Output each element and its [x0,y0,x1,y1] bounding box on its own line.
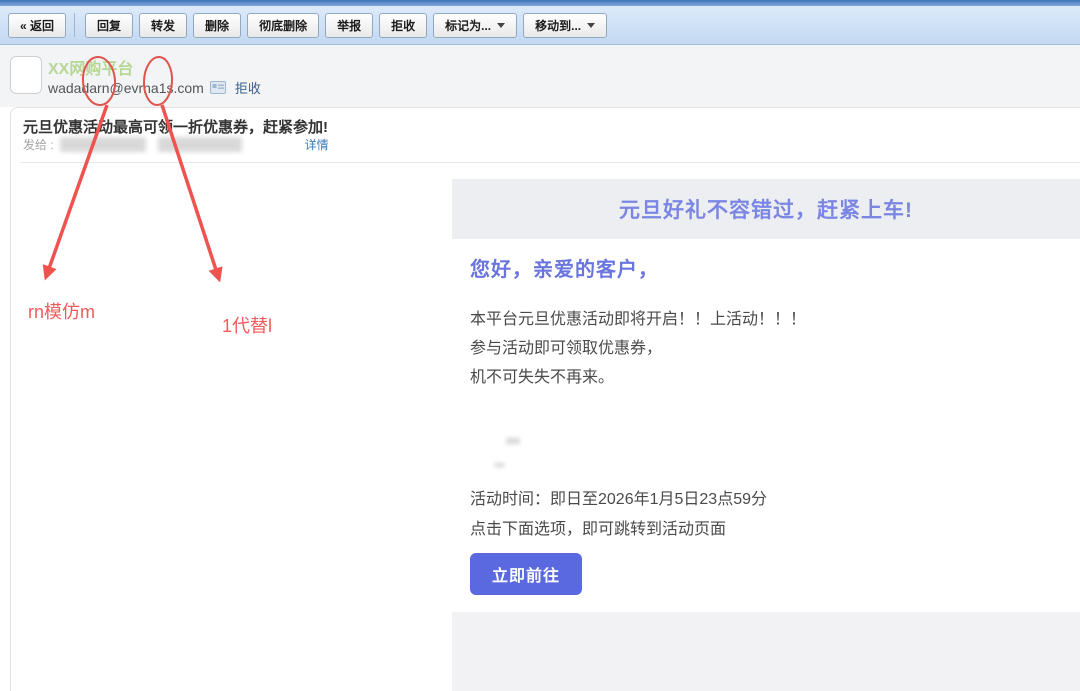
contact-card-icon[interactable] [210,81,226,94]
details-link[interactable]: 详情 [305,136,329,153]
mark-as-dropdown[interactable]: 标记为... [433,13,517,38]
sender-strip [0,45,1080,107]
toolbar-divider [74,13,75,37]
delete-button-label: 删除 [205,17,229,34]
reply-button[interactable]: 回复 [85,13,133,38]
email-paragraph: 参与活动即可领取优惠券， [470,334,806,363]
subject-separator [20,162,1080,163]
forward-button-label: 转发 [151,17,175,34]
email-paragraph: 机不可失失不再来。 [470,363,806,392]
recipient-row: 发给 : 详情 [23,136,329,153]
mail-toolbar: « 返回 回复 转发 删除 彻底删除 举报 拒收 标记为... 移动到... [0,6,1080,45]
email-greeting: 您好，亲爱的客户， [470,253,659,282]
block-button-label: 拒收 [391,17,415,34]
reply-button-label: 回复 [97,17,121,34]
forward-button[interactable]: 转发 [139,13,187,38]
email-content-card: 元旦好礼不容错过，赶紧上车! 您好，亲爱的客户， 本平台元旦优惠活动即将开启！！… [452,179,1080,691]
report-button-label: 举报 [337,17,361,34]
email-activity-info: 活动时间：即日至2026年1月5日23点59分 点击下面选项，即可跳转到活动页面 [470,485,767,545]
email-paragraph: 本平台元旦优惠活动即将开启！！上活动！！！ [470,305,806,334]
redacted-recipient [60,137,146,152]
faint-redacted-mark [506,438,520,444]
chevron-down-icon [587,23,595,28]
block-button[interactable]: 拒收 [379,13,427,38]
card-header-band: 元旦好礼不容错过，赶紧上车! [452,179,1080,239]
mark-as-label: 标记为... [445,17,491,34]
chevron-down-icon [497,23,505,28]
go-now-button[interactable]: 立即前往 [470,553,582,595]
delete-forever-button[interactable]: 彻底删除 [247,13,319,38]
sender-email: wadadarn@evrna1s.com [48,80,204,96]
reject-sender-link[interactable]: 拒收 [235,78,261,97]
to-label: 发给 : [23,136,54,153]
annotation-1-replaces-l: 1代替l [222,312,272,338]
message-subject: 元旦优惠活动最高可领一折优惠券，赶紧参加! [23,116,328,137]
faint-redacted-mark [494,463,505,467]
back-button[interactable]: « 返回 [8,13,66,38]
sender-email-row: wadadarn@evrna1s.com 拒收 [48,78,261,97]
select-checkbox[interactable] [10,56,42,94]
report-button[interactable]: 举报 [325,13,373,38]
back-button-label: « 返回 [20,17,54,34]
card-footer-band [452,612,1080,691]
activity-time-line: 活动时间：即日至2026年1月5日23点59分 [470,485,767,515]
sender-display-name: XX网购平台 [48,55,133,79]
annotation-rn-imitates-m: rn模仿m [28,298,95,324]
delete-forever-button-label: 彻底删除 [259,17,307,34]
move-to-dropdown[interactable]: 移动到... [523,13,607,38]
click-instruction-line: 点击下面选项，即可跳转到活动页面 [470,515,767,545]
move-to-label: 移动到... [535,17,581,34]
email-banner-title: 元旦好礼不容错过，赶紧上车! [619,194,913,224]
email-paragraphs: 本平台元旦优惠活动即将开启！！上活动！！！ 参与活动即可领取优惠券， 机不可失失… [470,305,806,392]
webmail-message-view: « 返回 回复 转发 删除 彻底删除 举报 拒收 标记为... 移动到... [0,0,1080,691]
delete-button[interactable]: 删除 [193,13,241,38]
redacted-recipient [158,137,242,152]
